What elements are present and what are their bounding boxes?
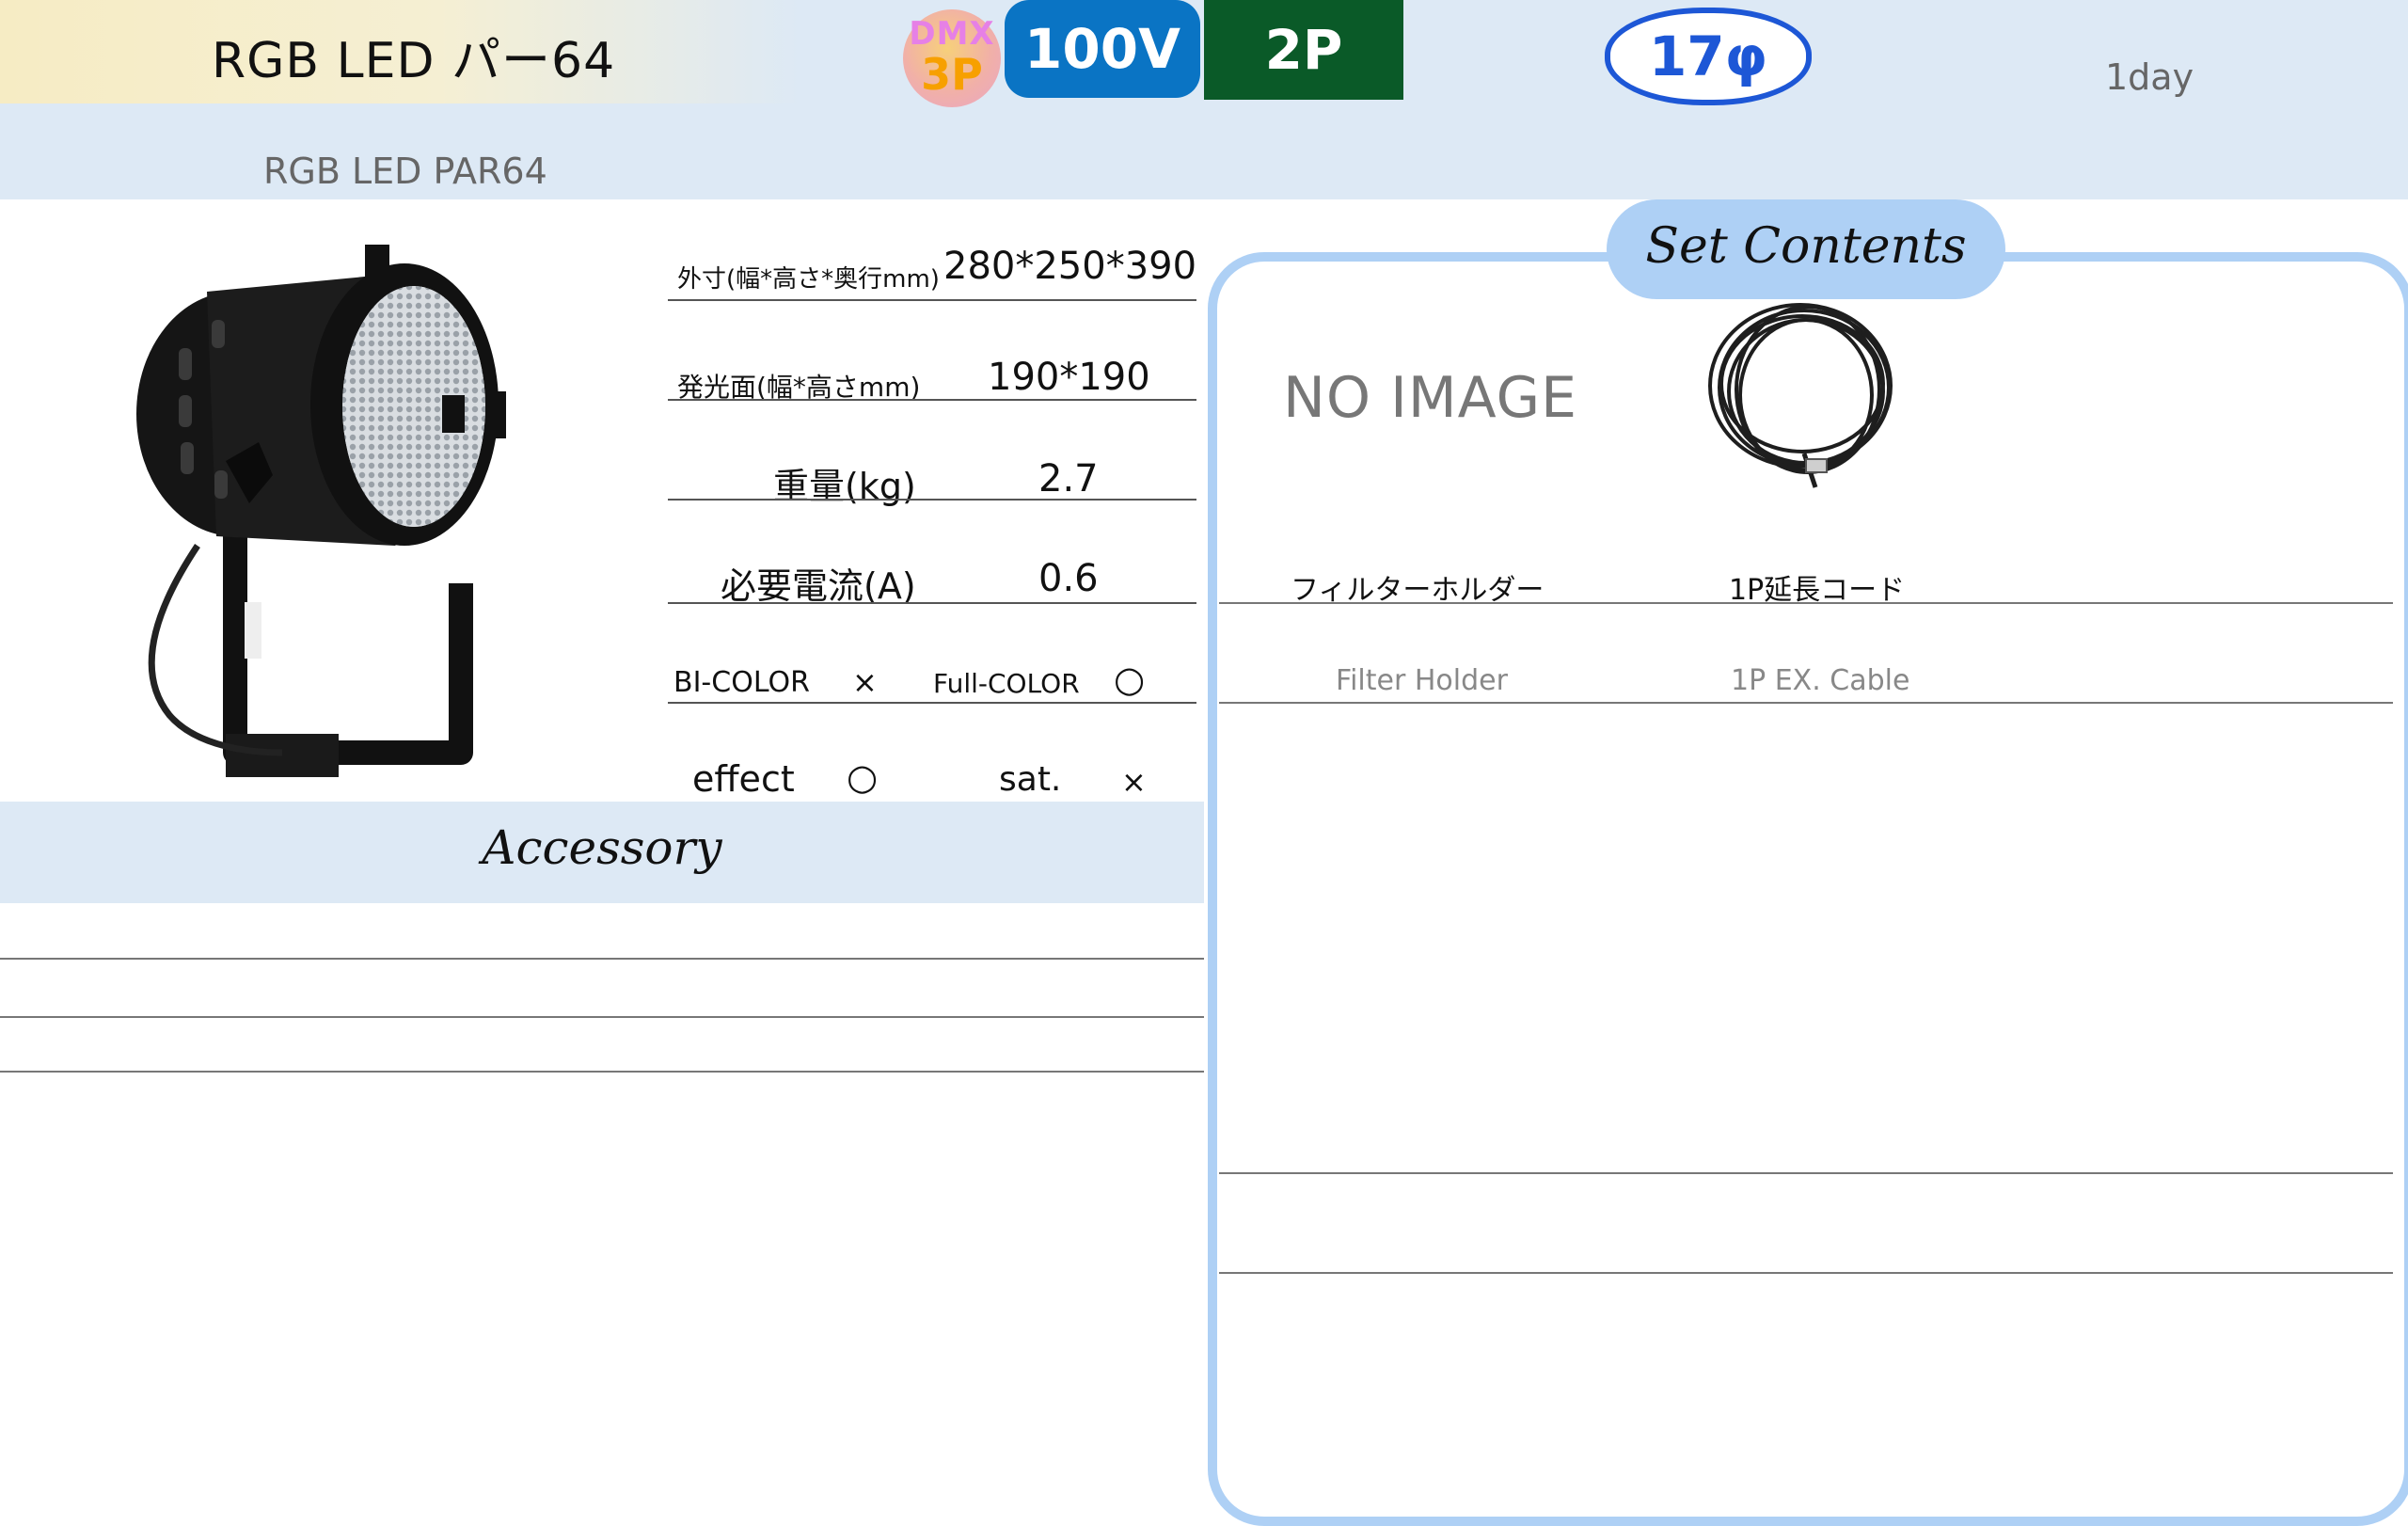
set-contents-title: Set Contents — [1645, 218, 1967, 275]
spec-divider — [668, 299, 1196, 301]
product-subtitle: RGB LED PAR64 — [263, 151, 547, 192]
size-label: 外寸(幅*高さ*奥行mm) — [677, 265, 940, 294]
accessory-row-divider — [0, 1016, 1204, 1018]
spec-divider — [668, 602, 1196, 604]
spec-divider — [668, 499, 1196, 501]
bicolor-label: BI-COLOR — [673, 666, 810, 699]
spec-divider — [668, 399, 1196, 401]
fullcolor-label: Full-COLOR — [933, 668, 1080, 699]
set-row-divider — [1219, 702, 2393, 704]
effect-value: ○ — [847, 756, 879, 798]
set-row-divider — [1219, 602, 2393, 604]
accessory-row-divider — [0, 958, 1204, 960]
set-row-divider — [1219, 1272, 2393, 1274]
accessory-row-divider — [0, 1071, 1204, 1073]
dmx-badge-top: DMX — [909, 15, 995, 53]
weight-label: 重量(kg) — [773, 466, 916, 507]
sat-value: × — [1121, 764, 1147, 800]
weight-value: 2.7 — [1038, 457, 1099, 501]
set-item-name-en: 1P EX. Cable — [1731, 664, 1910, 697]
plug-badge: 2P — [1204, 0, 1403, 100]
bicolor-value: × — [852, 664, 878, 700]
current-value: 0.6 — [1038, 557, 1099, 600]
dmx-badge-bottom: 3P — [921, 49, 983, 100]
rental-period: 1day — [2105, 56, 2194, 98]
product-title: RGB LED パー64 — [212, 33, 616, 89]
set-row-divider — [1219, 1172, 2393, 1174]
no-image-placeholder: NO IMAGE — [1283, 365, 1578, 431]
accessory-title: Accessory — [482, 820, 722, 875]
effect-label: effect — [692, 758, 795, 800]
current-label: 必要電流(A) — [721, 565, 916, 607]
par64-fixture-image — [136, 245, 506, 777]
diameter-badge: 17φ — [1605, 8, 1812, 105]
fullcolor-value: ○ — [1114, 659, 1146, 700]
cable-coil-image — [1708, 303, 1893, 488]
spec-divider — [668, 702, 1196, 704]
sat-label: sat. — [999, 760, 1062, 799]
size-value: 280*250*390 — [943, 245, 1197, 288]
dmx-badge: DMX 3P — [903, 9, 1001, 107]
voltage-badge: 100V — [1005, 0, 1200, 98]
face-value: 190*190 — [988, 356, 1150, 399]
set-item-name-en: Filter Holder — [1336, 664, 1508, 697]
